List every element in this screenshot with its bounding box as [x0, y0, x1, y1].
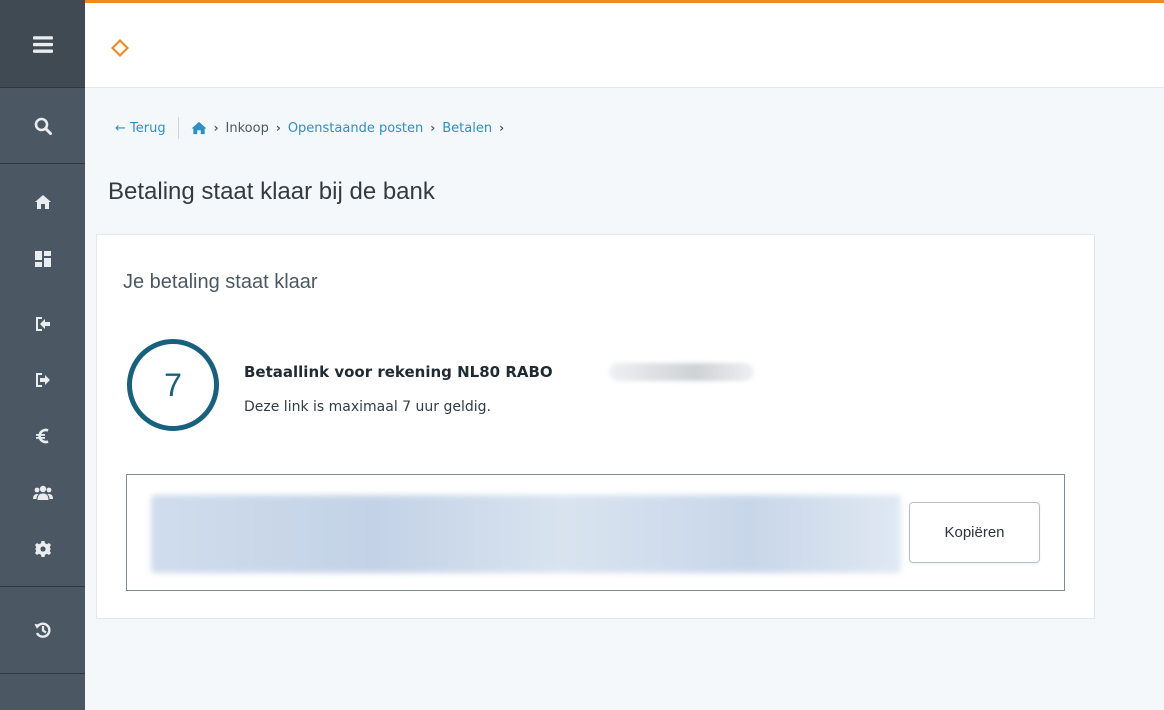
search-icon: [34, 117, 52, 135]
sidebar: [0, 0, 85, 710]
copy-button[interactable]: Kopiëren: [909, 502, 1040, 563]
payment-link-title: Betaallink voor rekening NL80 RABO: [244, 363, 553, 381]
chevron-right-icon: ›: [499, 121, 505, 135]
validity-counter: 7: [127, 339, 219, 431]
breadcrumb-item-inkoop: Inkoop: [225, 120, 269, 136]
sidebar-item-inkoop[interactable]: [0, 309, 85, 339]
back-link[interactable]: ← Terug: [115, 121, 166, 136]
sidebar-item-instellingen[interactable]: [0, 534, 85, 564]
sign-out-icon: [35, 373, 50, 387]
chevron-right-icon: ›: [275, 121, 281, 135]
sidebar-item-dashboard[interactable]: [0, 244, 85, 274]
users-icon: [32, 485, 53, 500]
home-icon[interactable]: [191, 121, 207, 135]
search-button[interactable]: [0, 88, 85, 164]
logo-icon[interactable]: [109, 37, 131, 59]
breadcrumb-item-betalen[interactable]: Betalen: [442, 121, 492, 136]
chevron-right-icon: ›: [430, 121, 436, 135]
payment-link-validity: Deze link is maximaal 7 uur geldig.: [244, 399, 491, 415]
redacted-account-number: [609, 363, 754, 381]
chevron-right-icon: ›: [213, 121, 219, 135]
home-icon: [34, 195, 51, 209]
sidebar-item-financieel[interactable]: [0, 421, 85, 451]
history-icon: [34, 622, 51, 638]
euro-icon: [35, 428, 49, 444]
breadcrumb-divider: [177, 117, 179, 139]
breadcrumb: ← Terug › Inkoop › Openstaande posten › …: [115, 117, 511, 139]
top-bar: [85, 0, 1164, 88]
breadcrumb-item-openstaande-posten[interactable]: Openstaande posten: [288, 121, 423, 136]
sign-in-icon: [35, 317, 50, 331]
card-title: Je betaling staat klaar: [123, 271, 318, 293]
redacted-payment-url[interactable]: [151, 495, 901, 573]
menu-button[interactable]: [0, 0, 85, 88]
dashboard-icon: [34, 251, 51, 267]
history-button[interactable]: [0, 586, 85, 674]
sidebar-item-verkoop[interactable]: [0, 365, 85, 395]
menu-icon: [32, 35, 53, 53]
sidebar-item-home[interactable]: [0, 187, 85, 217]
gear-icon: [34, 541, 51, 557]
payment-link-box: Kopiëren: [126, 474, 1065, 591]
payment-card: Je betaling staat klaar 7 Betaallink voo…: [96, 234, 1095, 619]
page-title: Betaling staat klaar bij de bank: [108, 178, 435, 205]
sidebar-item-relaties[interactable]: [0, 478, 85, 508]
